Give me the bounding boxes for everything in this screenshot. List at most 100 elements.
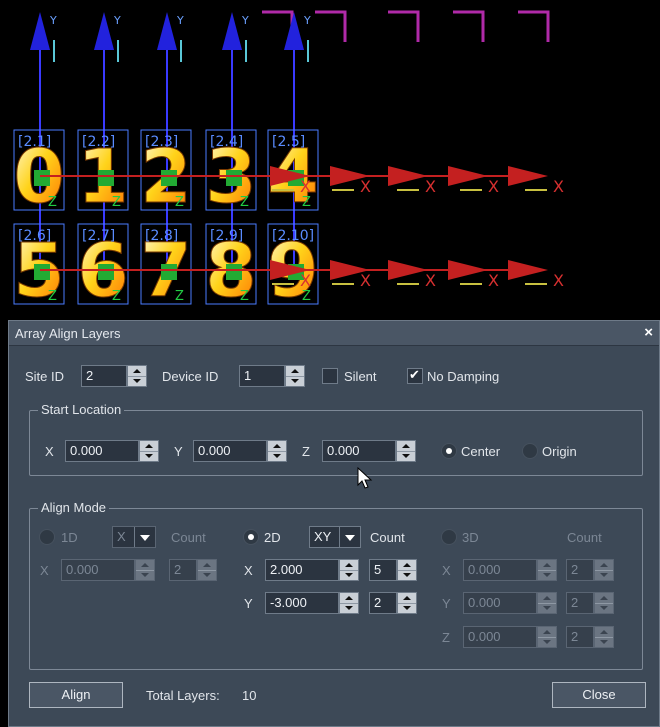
close-button[interactable]: Close — [552, 682, 646, 708]
mode-3d-x-field[interactable]: 0.000 — [463, 559, 537, 581]
viewport-canvas[interactable]: YYYYY0[2.1]Z1[2.2]Z2[2.3]Z3[2.4]Z4[2.5]Z… — [0, 0, 660, 320]
mode-1d-axis-value: X — [117, 529, 126, 544]
mode-2d-x-label: X — [244, 563, 253, 578]
mode-2d-y-field[interactable]: -3.000 — [265, 592, 339, 614]
layer-label: [2.7] — [82, 228, 115, 244]
mode-1d-x-field[interactable]: 0.000 — [61, 559, 135, 581]
mode-2d-y-count-stepper[interactable] — [397, 592, 417, 614]
mode-3d-z-stepper[interactable] — [537, 626, 557, 648]
device-id-field[interactable]: 1 — [239, 365, 285, 387]
x-axis-arrow — [388, 166, 428, 186]
mode-3d-y-field[interactable]: 0.000 — [463, 592, 537, 614]
mode-3d-radio[interactable] — [441, 529, 457, 545]
mode-3d-z-count-stepper[interactable] — [594, 626, 614, 648]
mode-3d-y-count-spinner[interactable]: 2 — [566, 592, 614, 614]
mode-2d-radio[interactable] — [243, 529, 259, 545]
align-button[interactable]: Align — [29, 682, 123, 708]
start-y-field[interactable]: 0.000 — [193, 440, 267, 462]
start-z-spinner[interactable]: 0.000 — [322, 440, 416, 462]
start-z-field[interactable]: 0.000 — [322, 440, 396, 462]
origin-radio[interactable] — [522, 443, 538, 459]
mode-1d-radio[interactable] — [39, 529, 55, 545]
start-x-field[interactable]: 0.000 — [65, 440, 139, 462]
mode-3d-x-count-spinner[interactable]: 2 — [566, 559, 614, 581]
mode-3d-y-spinner[interactable]: 0.000 — [463, 592, 557, 614]
dialog-titlebar[interactable]: Array Align Layers × — [9, 321, 659, 346]
corner-bracket-mark — [518, 10, 550, 42]
mode-1d-count-field[interactable]: 2 — [169, 559, 197, 581]
mode-2d-x-spinner[interactable]: 2.000 — [265, 559, 359, 581]
site-id-field[interactable]: 2 — [81, 365, 127, 387]
mode-3d-x-stepper[interactable] — [537, 559, 557, 581]
decrement-icon[interactable] — [538, 637, 556, 647]
total-layers-value: 10 — [242, 688, 257, 703]
decrement-icon[interactable] — [595, 603, 613, 613]
decrement-icon[interactable] — [198, 570, 216, 580]
mode-2d-axis-combo[interactable]: XY — [309, 526, 361, 548]
mode-1d-count-spinner[interactable]: 2 — [169, 559, 217, 581]
start-y-label: Y — [174, 444, 183, 459]
mode-3d-z-field[interactable]: 0.000 — [463, 626, 537, 648]
center-radio[interactable] — [441, 443, 457, 459]
decrement-icon[interactable] — [398, 570, 416, 580]
start-z-stepper[interactable] — [396, 440, 416, 462]
no-damping-checkbox[interactable] — [407, 367, 423, 384]
mode-3d-y-count-stepper[interactable] — [594, 592, 614, 614]
site-id-stepper[interactable] — [127, 365, 147, 387]
decrement-icon[interactable] — [340, 570, 358, 580]
mode-2d-x-count-spinner[interactable]: 5 — [369, 559, 417, 581]
mode-3d-y-stepper[interactable] — [537, 592, 557, 614]
silent-label: Silent — [344, 369, 377, 384]
mode-3d-x-spinner[interactable]: 0.000 — [463, 559, 557, 581]
mode-2d-y-stepper[interactable] — [339, 592, 359, 614]
y-axis-arrow — [157, 12, 177, 50]
layer-label: [2.10] — [272, 228, 314, 244]
start-x-stepper[interactable] — [139, 440, 159, 462]
decrement-icon[interactable] — [538, 603, 556, 613]
chevron-down-icon[interactable] — [339, 527, 360, 547]
site-id-spinner[interactable]: 2 — [81, 365, 147, 387]
mode-3d-z-count-spinner[interactable]: 2 — [566, 626, 614, 648]
decrement-icon[interactable] — [140, 451, 158, 461]
mode-3d-x-count-stepper[interactable] — [594, 559, 614, 581]
start-y-stepper[interactable] — [267, 440, 287, 462]
mode-2d-y-count-field[interactable]: 2 — [369, 592, 397, 614]
x-axis-letter: X — [488, 177, 499, 196]
decrement-icon[interactable] — [538, 570, 556, 580]
mode-1d-x-stepper[interactable] — [135, 559, 155, 581]
layer-label: [2.4] — [210, 134, 243, 150]
mode-3d-z-label: Z — [442, 630, 450, 645]
start-x-spinner[interactable]: 0.000 — [65, 440, 159, 462]
mode-1d-count-stepper[interactable] — [197, 559, 217, 581]
close-icon[interactable]: × — [644, 324, 653, 341]
device-id-spinner[interactable]: 1 — [239, 365, 305, 387]
y-axis-letter: Y — [113, 14, 121, 27]
decrement-icon[interactable] — [595, 570, 613, 580]
chevron-down-icon[interactable] — [134, 527, 155, 547]
mode-3d-y-count-field[interactable]: 2 — [566, 592, 594, 614]
mode-1d-x-spinner[interactable]: 0.000 — [61, 559, 155, 581]
decrement-icon[interactable] — [286, 376, 304, 386]
decrement-icon[interactable] — [268, 451, 286, 461]
start-y-spinner[interactable]: 0.000 — [193, 440, 287, 462]
decrement-icon[interactable] — [398, 603, 416, 613]
decrement-icon[interactable] — [397, 451, 415, 461]
mode-3d-x-count-field[interactable]: 2 — [566, 559, 594, 581]
device-id-stepper[interactable] — [285, 365, 305, 387]
mode-2d-x-count-stepper[interactable] — [397, 559, 417, 581]
mode-1d-axis-combo[interactable]: X — [112, 526, 156, 548]
mode-2d-x-stepper[interactable] — [339, 559, 359, 581]
decrement-icon[interactable] — [595, 637, 613, 647]
mode-2d-x-field[interactable]: 2.000 — [265, 559, 339, 581]
mode-2d-x-count-field[interactable]: 5 — [369, 559, 397, 581]
silent-checkbox[interactable] — [322, 368, 338, 384]
z-axis-letter: Z — [48, 195, 57, 210]
mode-3d-z-count-field[interactable]: 2 — [566, 626, 594, 648]
decrement-icon[interactable] — [136, 570, 154, 580]
corner-bracket-mark — [315, 10, 347, 42]
mode-3d-z-spinner[interactable]: 0.000 — [463, 626, 557, 648]
mode-2d-y-spinner[interactable]: -3.000 — [265, 592, 359, 614]
decrement-icon[interactable] — [128, 376, 146, 386]
decrement-icon[interactable] — [340, 603, 358, 613]
mode-2d-y-count-spinner[interactable]: 2 — [369, 592, 417, 614]
